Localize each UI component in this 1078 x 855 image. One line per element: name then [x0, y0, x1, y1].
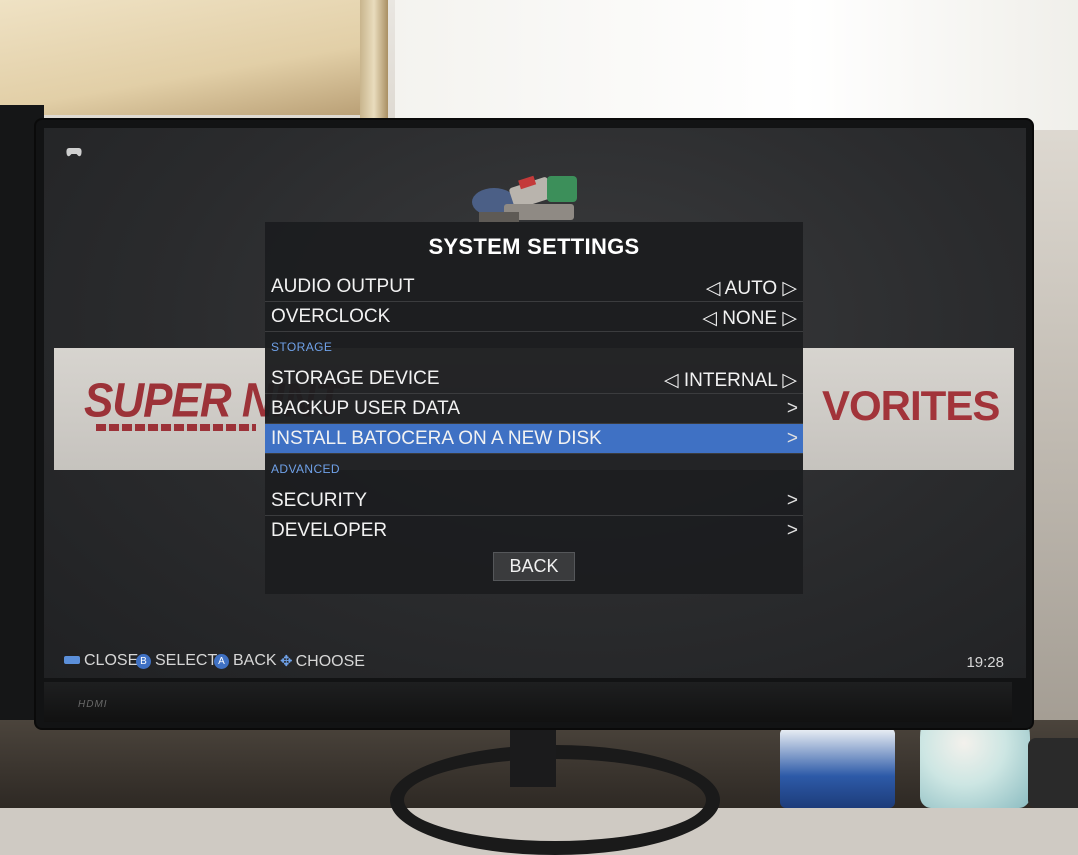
hint-back: A BACK: [214, 652, 277, 670]
hint-back-label: BACK: [233, 652, 277, 669]
hint-close: CLOSE: [64, 652, 138, 670]
shelf-post: [360, 0, 388, 125]
hint-select-label: SELECT: [155, 652, 218, 669]
menu-item-label: AUDIO OUTPUT: [271, 276, 415, 297]
gamepad-icon: [66, 146, 82, 162]
menu-item-value[interactable]: ◁ NONE ▷: [702, 307, 797, 330]
hint-select: B SELECT: [136, 652, 217, 670]
mug: [1028, 738, 1078, 808]
monitor-brand-label: HDMI: [78, 699, 108, 710]
dpad-icon: ✥: [280, 653, 293, 670]
chevron-right-icon: >: [786, 398, 798, 419]
a-button-icon: A: [214, 654, 229, 669]
banner-logo-stripe: [96, 424, 256, 431]
menu-item-storage-device[interactable]: STORAGE DEVICE ◁ INTERNAL ▷: [265, 364, 803, 394]
hint-choose-label: CHOOSE: [295, 653, 365, 670]
chevron-right-icon: >: [786, 428, 798, 449]
wall: [395, 0, 1078, 130]
consoles-artwork: [459, 168, 609, 224]
screen: SUPER NINT VORITES SYSTEM SETTINGS AUDIO…: [44, 128, 1026, 678]
menu-item-label: DEVELOPER: [271, 520, 388, 541]
menu-item-label: INSTALL BATOCERA ON A NEW DISK: [271, 428, 602, 449]
hint-choose: ✥ CHOOSE: [280, 652, 365, 671]
menu-item-audio-output[interactable]: AUDIO OUTPUT ◁ AUTO ▷: [265, 272, 803, 302]
dialog-title: SYSTEM SETTINGS: [428, 234, 640, 259]
chevron-right-icon: >: [786, 520, 798, 541]
section-header-storage: STORAGE: [271, 340, 333, 354]
clock: 19:28: [966, 654, 1004, 671]
hint-close-label: CLOSE: [84, 652, 139, 669]
menu-item-overclock[interactable]: OVERCLOCK ◁ NONE ▷: [265, 302, 803, 332]
menu-item-backup-user-data[interactable]: BACKUP USER DATA >: [265, 394, 803, 424]
menu-item-developer[interactable]: DEVELOPER >: [265, 516, 803, 546]
help-bar: CLOSE B SELECT A BACK ✥ CHOOSE 19:28: [44, 644, 1026, 678]
menu-item-value[interactable]: ◁ AUTO ▷: [706, 277, 797, 300]
back-button[interactable]: BACK: [493, 552, 575, 581]
monitor-stand-neck: [510, 722, 556, 787]
menu-item-value[interactable]: ◁ INTERNAL ▷: [664, 369, 797, 392]
monitor-chin: [44, 682, 1012, 722]
menu-item-label: BACKUP USER DATA: [271, 398, 460, 419]
b-button-icon: B: [136, 654, 151, 669]
menu-item-install-batocera[interactable]: INSTALL BATOCERA ON A NEW DISK >: [265, 424, 803, 454]
chevron-right-icon: >: [786, 490, 798, 511]
banner-logo-right: VORITES: [822, 382, 1000, 429]
menu-item-label: OVERCLOCK: [271, 306, 391, 327]
menu-item-label: STORAGE DEVICE: [271, 368, 440, 389]
menu-item-security[interactable]: SECURITY >: [265, 486, 803, 516]
blue-box: [780, 728, 895, 808]
system-settings-dialog: SYSTEM SETTINGS AUDIO OUTPUT ◁ AUTO ▷ OV…: [265, 222, 803, 594]
select-button-icon: [64, 656, 80, 664]
section-header-advanced: ADVANCED: [271, 462, 340, 476]
wooden-shelf: [0, 0, 380, 115]
menu-item-label: SECURITY: [271, 490, 368, 511]
